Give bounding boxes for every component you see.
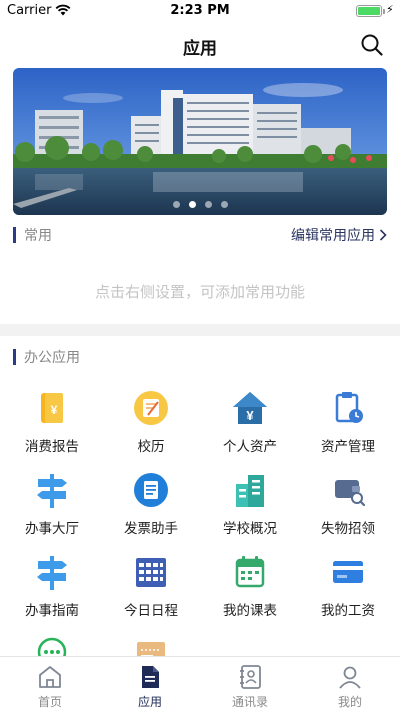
app-my-salary[interactable]: 我的工资 [298, 552, 398, 619]
pager-dot-active[interactable] [188, 201, 196, 208]
chevron-right-icon [379, 229, 387, 241]
wallet-search-icon [335, 480, 366, 507]
app-invoice-assistant[interactable]: 发票助手 [101, 470, 201, 537]
app-label: 资产管理 [321, 439, 375, 455]
edit-common-apps-label: 编辑常用应用 [291, 228, 375, 244]
common-section-header: 常用 [13, 226, 52, 244]
app-label: 失物招领 [321, 521, 375, 537]
office-section-header: 办公应用 [13, 348, 80, 366]
app-asset-management[interactable]: 资产管理 [298, 388, 398, 455]
tab-home[interactable]: 首页 [0, 657, 100, 710]
document-icon [142, 666, 159, 688]
app-label: 学校概况 [223, 521, 277, 537]
app-label: 今日日程 [124, 603, 178, 619]
campus-photo [13, 68, 387, 215]
app-screen: Carrier 2:23 PM ⚡ 应用 常用 编辑常用应用 点击右侧设置，可添… [0, 0, 400, 710]
office-section-title: 办公应用 [24, 350, 80, 366]
battery-icon [356, 5, 385, 17]
campus-banner[interactable] [13, 68, 387, 215]
app-label: 校历 [137, 439, 165, 455]
section-marker [13, 227, 16, 243]
app-label: 消费报告 [25, 439, 79, 455]
schedule-grid-icon [136, 558, 166, 587]
app-label: 发票助手 [124, 521, 178, 537]
app-label: 个人资产 [223, 439, 277, 455]
home-icon [39, 666, 61, 688]
card-icon [333, 561, 363, 583]
section-divider [0, 324, 400, 336]
svg-text:¥: ¥ [246, 408, 254, 423]
tab-contacts[interactable]: 通讯录 [200, 657, 300, 710]
banner-pager[interactable] [13, 201, 387, 208]
person-icon [339, 666, 361, 689]
section-marker [13, 349, 16, 365]
bottom-tab-bar: 首页 应用 通讯录 我的 [0, 656, 400, 710]
house-yuan-icon: ¥ [233, 392, 267, 424]
invoice-icon [134, 473, 168, 507]
calendar-note-icon [134, 391, 168, 425]
app-today-schedule[interactable]: 今日日程 [101, 552, 201, 619]
app-label: 办事指南 [25, 603, 79, 619]
timetable-icon [235, 556, 265, 588]
pager-dot[interactable] [172, 201, 180, 208]
buildings-icon [236, 475, 264, 507]
status-time: 2:23 PM [170, 3, 230, 18]
search-icon[interactable] [360, 33, 384, 57]
contacts-icon [240, 665, 261, 689]
svg-text:¥: ¥ [51, 403, 58, 417]
app-label: 办事大厅 [25, 521, 79, 537]
clipboard-clock-icon [335, 392, 363, 423]
app-consumption-report[interactable]: ¥ 消费报告 [2, 388, 102, 455]
app-label: 我的课表 [223, 603, 277, 619]
signpost-icon [37, 556, 67, 590]
app-label: 我的工资 [321, 603, 375, 619]
app-school-overview[interactable]: 学校概况 [200, 470, 300, 537]
edit-common-apps-link[interactable]: 编辑常用应用 [291, 225, 387, 245]
app-school-calendar[interactable]: 校历 [101, 388, 201, 455]
pager-dot[interactable] [220, 201, 228, 208]
charging-icon: ⚡ [386, 3, 394, 16]
app-personal-assets[interactable]: ¥ 个人资产 [200, 388, 300, 455]
tab-mine[interactable]: 我的 [300, 657, 400, 710]
tab-apps[interactable]: 应用 [100, 657, 200, 710]
app-lost-and-found[interactable]: 失物招领 [298, 470, 398, 537]
signpost-icon [37, 474, 67, 508]
common-section-title: 常用 [24, 228, 52, 244]
page-title: 应用 [183, 39, 217, 59]
app-service-guide[interactable]: 办事指南 [2, 552, 102, 619]
tab-label: 通讯录 [231, 695, 268, 709]
app-service-hall[interactable]: 办事大厅 [2, 470, 102, 537]
tab-label: 应用 [137, 695, 162, 709]
pager-dot[interactable] [204, 201, 212, 208]
report-icon: ¥ [41, 393, 63, 423]
tab-label: 我的 [337, 695, 362, 709]
common-empty-hint: 点击右侧设置，可添加常用功能 [94, 283, 305, 301]
app-my-timetable[interactable]: 我的课表 [200, 552, 300, 619]
tab-label: 首页 [37, 695, 62, 709]
status-bar: Carrier 2:23 PM ⚡ [0, 0, 400, 22]
